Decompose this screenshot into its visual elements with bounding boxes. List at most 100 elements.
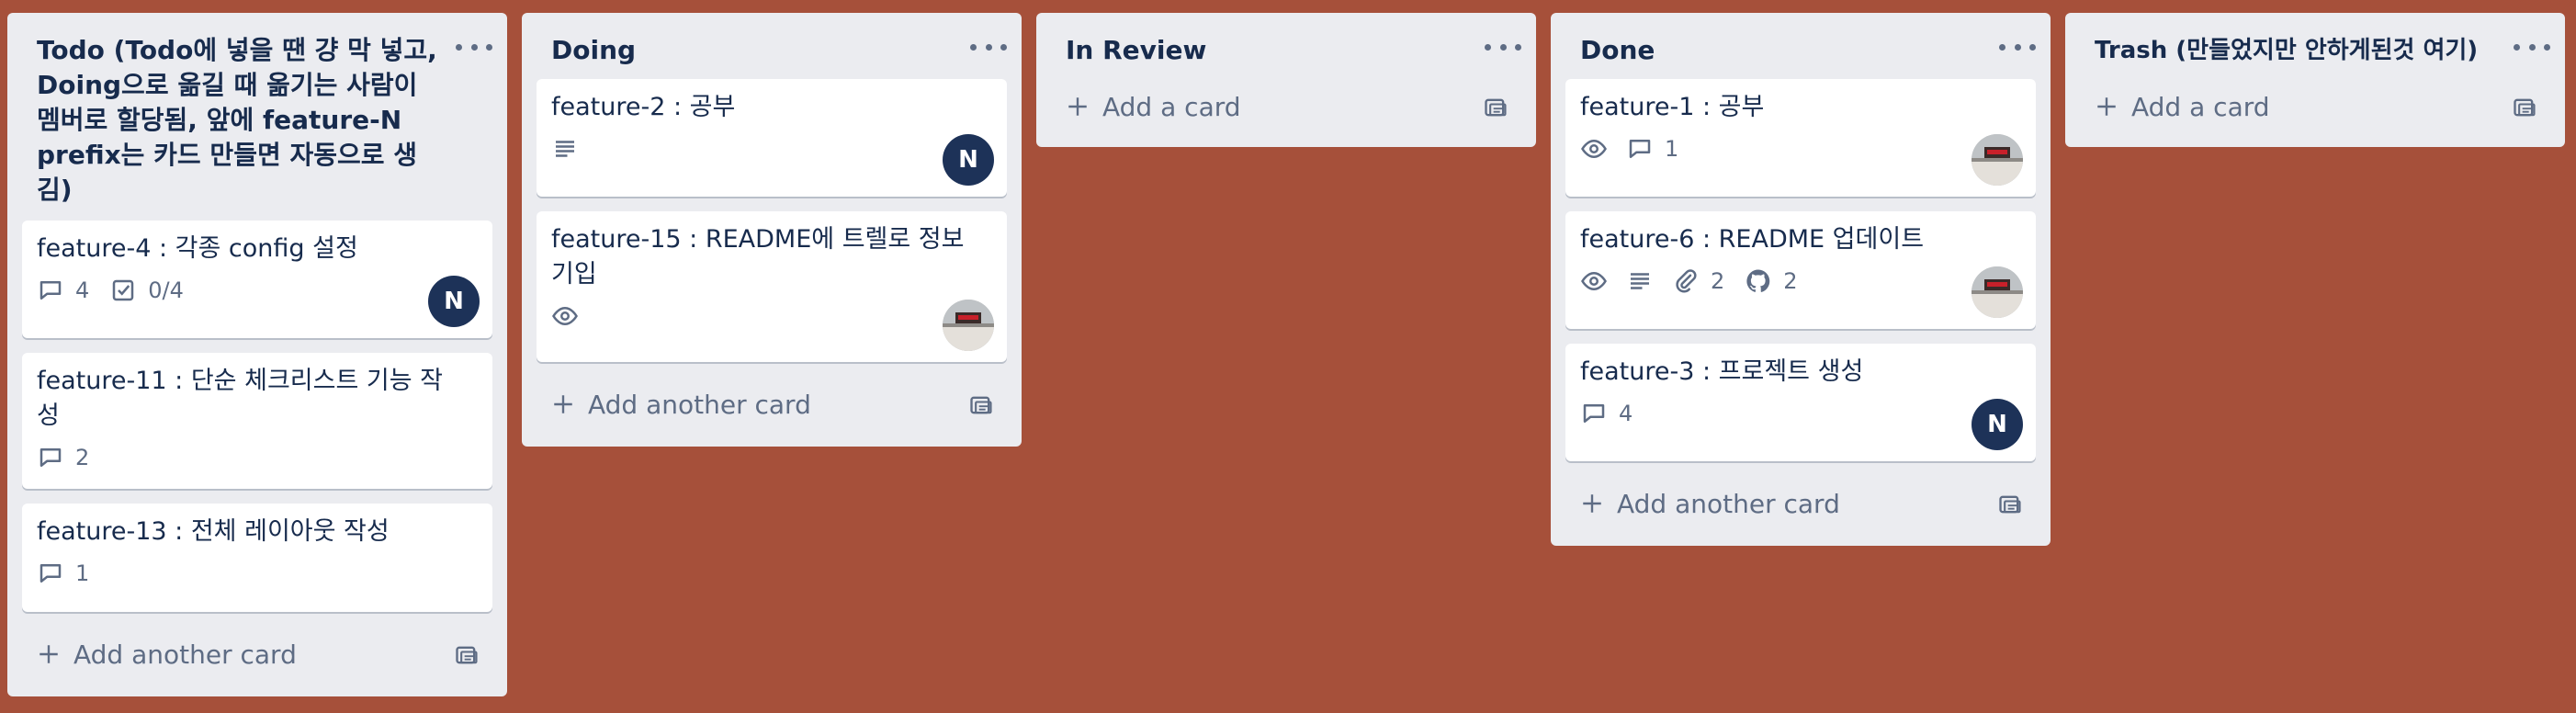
eye-icon [1581, 139, 1607, 159]
add-card-button[interactable]: Add another card [537, 377, 1007, 432]
avatar[interactable] [1972, 134, 2023, 186]
card-badges: 4 [1580, 393, 2021, 434]
card[interactable]: feature-11 : 단순 체크리스트 기능 작성 2 [22, 353, 492, 489]
board: Todo (Todo에 넣을 땐 걍 막 넣고, Doing으로 옮길 때 옮기… [0, 0, 2576, 713]
checklist-count: 0/4 [148, 277, 184, 303]
card[interactable]: feature-1 : 공부 1 [1565, 79, 2036, 197]
card-title: feature-1 : 공부 [1580, 93, 1765, 121]
card-badges [551, 129, 992, 169]
eye-icon [1581, 271, 1607, 291]
eye-icon [552, 306, 578, 326]
add-card-label: Add another card [73, 639, 297, 670]
plus-icon [2097, 97, 2116, 116]
avatar[interactable]: N [1972, 399, 2023, 450]
card-template-icon[interactable] [1997, 492, 2023, 516]
comments-badge: 1 [37, 560, 89, 587]
card[interactable]: feature-4 : 각종 config 설정 4 0/4 N [22, 221, 492, 338]
list-title-text: Done [1580, 35, 1655, 65]
list-title[interactable]: Trash (만들었지만 안하게된것 여기) [2080, 13, 2550, 79]
card-title: feature-4 : 각종 config 설정 [37, 234, 358, 263]
comments-badge: 4 [37, 277, 89, 304]
avatar[interactable] [1972, 266, 2023, 318]
comment-icon [40, 564, 62, 583]
plus-icon [1068, 97, 1087, 116]
list-todo: Todo (Todo에 넣을 땐 걍 막 넣고, Doing으로 옮길 때 옮기… [7, 13, 507, 696]
comments-badge: 1 [1626, 135, 1678, 163]
plus-icon [1583, 494, 1601, 513]
avatar[interactable]: N [428, 276, 480, 327]
add-card-button[interactable]: Add a card [2080, 79, 2550, 134]
add-card-label: Add a card [2131, 91, 2270, 122]
plus-icon [554, 395, 572, 413]
comments-count: 1 [75, 560, 90, 586]
card-badges: 2 2 [1580, 261, 2021, 301]
comment-icon [40, 281, 62, 300]
add-card-label: Add another card [1617, 488, 1840, 519]
add-card-label: Add a card [1102, 91, 1241, 122]
add-card-button[interactable]: Add a card [1051, 79, 1521, 134]
add-card-button[interactable]: Add another card [22, 627, 492, 682]
comments-count: 4 [75, 277, 90, 303]
list-menu-button[interactable] [1485, 33, 1521, 61]
card-template-icon[interactable] [968, 393, 994, 417]
card-badges: 1 [1580, 129, 2021, 169]
member-photo-icon [1972, 266, 2023, 318]
list-title[interactable]: Todo (Todo에 넣을 땐 걍 막 넣고, Doing으로 옮길 때 옮기… [22, 13, 492, 221]
description-icon [556, 141, 574, 157]
card-title: feature-3 : 프로젝트 생성 [1580, 357, 1864, 386]
attachments-count: 2 [1711, 268, 1725, 294]
card[interactable]: feature-15 : README에 트렐로 정보 기입 [537, 211, 1007, 362]
card-title: feature-11 : 단순 체크리스트 기능 작성 [37, 367, 443, 430]
card[interactable]: feature-13 : 전체 레이아웃 작성 1 [22, 504, 492, 612]
description-badge [1626, 267, 1654, 295]
comments-count: 1 [1665, 136, 1679, 162]
card-title: feature-15 : README에 트렐로 정보 기입 [551, 225, 965, 289]
comments-badge: 4 [1580, 400, 1633, 427]
list-title-text: Todo (Todo에 넣을 땐 걍 막 넣고, Doing으로 옮길 때 옮기… [37, 35, 437, 205]
comment-icon [40, 448, 62, 467]
list-menu-button[interactable] [970, 33, 1007, 61]
list-in-review: In Review Add a card [1036, 13, 1536, 147]
avatar[interactable] [943, 300, 994, 351]
checklist-badge: 0/4 [109, 277, 184, 304]
card[interactable]: feature-3 : 프로젝트 생성 4 N [1565, 344, 2036, 461]
description-badge [551, 135, 579, 163]
comment-icon [1583, 404, 1605, 423]
member-photo-icon [1972, 134, 2023, 186]
card[interactable]: feature-2 : 공부 N [537, 79, 1007, 197]
card-title: feature-6 : README 업데이트 [1580, 225, 1925, 254]
list-menu-button[interactable] [456, 33, 492, 61]
paperclip-icon [1676, 269, 1697, 293]
watch-badge [1580, 135, 1608, 163]
list-done: Done feature-1 : 공부 1 feature-6 : README… [1551, 13, 2051, 546]
card-title: feature-13 : 전체 레이아웃 작성 [37, 517, 390, 546]
card-badges: 2 [37, 437, 478, 478]
add-card-button[interactable]: Add another card [1565, 476, 2036, 531]
card-template-icon[interactable] [1483, 96, 1508, 119]
checklist-icon [113, 279, 134, 301]
list-title-text: Doing [551, 35, 637, 65]
list-title[interactable]: In Review [1051, 13, 1521, 79]
list-title[interactable]: Done [1565, 13, 2036, 79]
member-photo-icon [943, 300, 994, 351]
card-badges [551, 296, 992, 336]
watch-badge [1580, 267, 1608, 295]
list-menu-button[interactable] [1999, 33, 2036, 61]
card-template-icon[interactable] [454, 643, 480, 667]
attachments-badge: 2 [1672, 267, 1724, 295]
github-badge: 2 [1745, 267, 1798, 295]
list-doing: Doing feature-2 : 공부 N feature-15 : READ… [522, 13, 1022, 447]
card[interactable]: feature-6 : README 업데이트 2 2 [1565, 211, 2036, 329]
avatar[interactable]: N [943, 134, 994, 186]
list-trash: Trash (만들었지만 안하게된것 여기) Add a card [2065, 13, 2565, 147]
card-badges: 1 [37, 553, 478, 594]
plus-icon [40, 645, 58, 663]
description-icon [1631, 273, 1649, 289]
list-title[interactable]: Doing [537, 13, 1007, 79]
card-badges: 4 0/4 [37, 270, 478, 311]
card-template-icon[interactable] [2512, 96, 2537, 119]
comment-icon [1629, 140, 1651, 158]
watch-badge [551, 302, 579, 330]
list-menu-button[interactable] [2514, 33, 2550, 61]
comments-count: 2 [75, 445, 90, 470]
